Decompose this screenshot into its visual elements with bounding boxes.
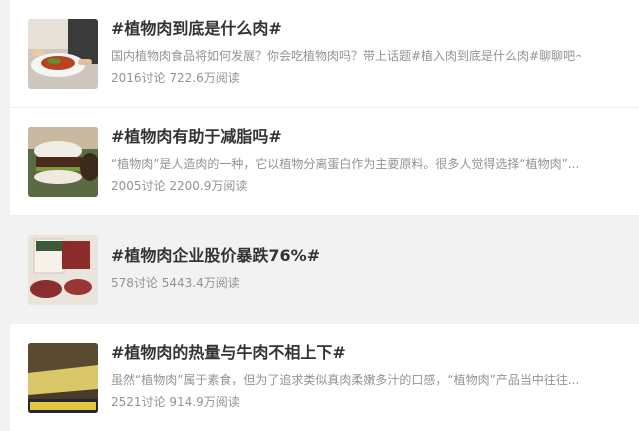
topic-title[interactable]: #植物肉有助于减脂吗# bbox=[111, 126, 282, 148]
discussion-count: 578讨论 bbox=[111, 276, 158, 290]
packaged-patty-icon bbox=[28, 235, 98, 305]
plant-meat-dish-icon bbox=[28, 19, 98, 89]
topic-list: #植物肉到底是什么肉# 国内植物肉食品将如何发展？你会吃植物肉吗？带上话题#植入… bbox=[10, 0, 639, 431]
burger-icon bbox=[28, 127, 98, 197]
video-frame-icon bbox=[28, 343, 98, 413]
read-count: 722.6万阅读 bbox=[169, 71, 240, 85]
topic-description: 国内植物肉食品将如何发展？你会吃植物肉吗？带上话题#植入肉到底是什么肉#聊聊吧~ bbox=[111, 49, 581, 63]
read-count: 5443.4万阅读 bbox=[161, 276, 240, 290]
read-count: 2200.9万阅读 bbox=[169, 179, 248, 193]
discussion-count: 2005讨论 bbox=[111, 179, 166, 193]
topic-item[interactable]: #植物肉到底是什么肉# 国内植物肉食品将如何发展？你会吃植物肉吗？带上话题#植入… bbox=[10, 0, 639, 107]
topic-description: 虽然“植物肉”属于素食，但为了追求类似真肉柔嫩多汁的口感，“植物肉”产品当中往往… bbox=[111, 373, 580, 387]
topic-thumbnail[interactable] bbox=[28, 343, 98, 413]
topic-thumbnail[interactable] bbox=[28, 127, 98, 197]
topic-stats: 2016讨论 722.6万阅读 bbox=[111, 69, 240, 87]
topic-item[interactable]: #植物肉有助于减脂吗# “植物肉”是人造肉的一种，它以植物分离蛋白作为主要原料。… bbox=[10, 108, 639, 215]
discussion-count: 2521讨论 bbox=[111, 395, 166, 409]
topic-title[interactable]: #植物肉到底是什么肉# bbox=[111, 18, 282, 40]
topic-stats: 2005讨论 2200.9万阅读 bbox=[111, 177, 247, 195]
topic-thumbnail[interactable] bbox=[28, 235, 98, 305]
topic-item-hovered[interactable]: #植物肉企业股价暴跌76%# 578讨论 5443.4万阅读 bbox=[10, 216, 639, 323]
topic-title[interactable]: #植物肉的热量与牛肉不相上下# bbox=[111, 342, 346, 364]
topic-stats: 578讨论 5443.4万阅读 bbox=[111, 274, 240, 292]
topic-thumbnail[interactable] bbox=[28, 19, 98, 89]
topic-description: “植物肉”是人造肉的一种，它以植物分离蛋白作为主要原料。很多人觉得选择“植物肉”… bbox=[111, 157, 580, 171]
read-count: 914.9万阅读 bbox=[169, 395, 240, 409]
topic-item[interactable]: #植物肉的热量与牛肉不相上下# 虽然“植物肉”属于素食，但为了追求类似真肉柔嫩多… bbox=[10, 324, 639, 431]
topic-stats: 2521讨论 914.9万阅读 bbox=[111, 393, 240, 411]
topic-title[interactable]: #植物肉企业股价暴跌76%# bbox=[111, 245, 320, 267]
discussion-count: 2016讨论 bbox=[111, 71, 166, 85]
